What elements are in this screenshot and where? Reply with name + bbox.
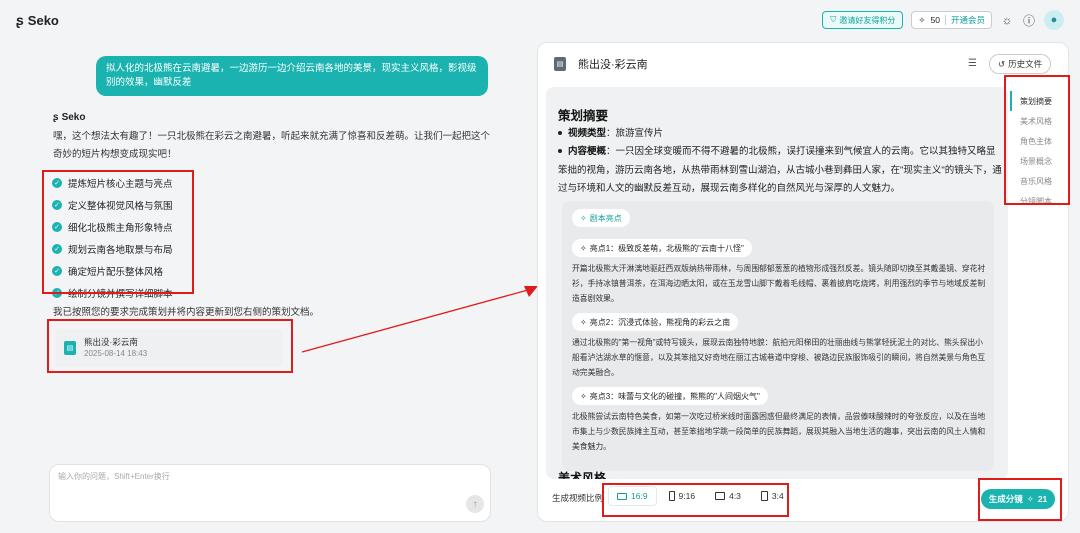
invite-button[interactable]: ⛉ 邀请好友得积分 xyxy=(822,11,904,29)
history-icon: ↺ xyxy=(998,58,1006,69)
ratio-label: 生成视频比例 xyxy=(552,493,604,503)
sparkle-icon: ✧ xyxy=(580,243,587,253)
theme-sun-icon[interactable]: ☼ xyxy=(1000,13,1014,27)
content-label: 内容梗概 xyxy=(568,146,607,157)
divider xyxy=(944,15,946,25)
chat-input-box: ↑ xyxy=(49,464,491,522)
highlight-text: 开篇北极熊大汗淋漓地驱赶西双版纳热带雨林，与周围郁郁葱葱的植物形成强烈反差。镜头… xyxy=(572,264,986,303)
points-value: 50 xyxy=(930,15,940,25)
avatar[interactable]: ● xyxy=(1044,10,1064,30)
app-name: Seko xyxy=(27,12,59,28)
bullet xyxy=(558,131,562,136)
section-title: 策划摘要 xyxy=(558,109,609,123)
document-icon: ▤ xyxy=(554,57,566,71)
chat-input[interactable] xyxy=(58,471,458,511)
ai-intro: 嘿，这个想法太有趣了！一只北极熊在彩云之南避暑，听起来就充满了惊喜和反差萌。让我… xyxy=(53,131,491,160)
content-value: 一只因全球变暖而不得不避暑的北极熊，误打误撞来到气候宜人的云南。它以其独特又略显… xyxy=(558,146,1002,194)
content-row: 内容梗概：一只因全球变暖而不得不避暑的北极熊，误打误撞来到气候宜人的云南。它以其… xyxy=(558,146,1002,194)
annotation-box-generate xyxy=(978,478,1062,521)
gift-icon: ⛉ xyxy=(830,15,837,24)
annotation-box-steps xyxy=(42,170,194,294)
help-icon[interactable]: ⓘ xyxy=(1022,13,1036,28)
highlights-card: ✧ 剧本亮点 ✧ 亮点1：极致反差萌，北极熊的"云南十八怪" 开篇北极熊大汗淋漓地… xyxy=(562,201,994,471)
history-label: 历史文件 xyxy=(1008,59,1043,69)
top-bar: ʂ Seko ⛉ 邀请好友得积分 ✧ 50 开通会员 ☼ ⓘ ● xyxy=(0,0,1080,40)
app-logo[interactable]: ʂ Seko xyxy=(16,12,59,28)
history-button[interactable]: ↺ 历史文件 xyxy=(989,54,1052,74)
sparkle-icon: ✧ xyxy=(580,317,587,327)
video-type-label: 视频类型 xyxy=(568,128,607,139)
highlight-title-label: 亮点3：味蕾与文化的碰撞，熊熊的"人间烟火气" xyxy=(589,391,760,401)
invite-label: 邀请好友得积分 xyxy=(839,15,896,25)
user-message: 拟人化的北极熊在云南避暑，一边游历一边介绍云南各地的美景，现实主义风格，影视级别… xyxy=(96,56,488,96)
next-section-title: 美术风格 xyxy=(558,471,607,479)
highlights-tag-label: 剧本亮点 xyxy=(589,213,622,223)
highlight-title: ✧ 亮点1：极致反差萌，北极熊的"云南十八怪" xyxy=(572,239,752,257)
highlight-text: 北极熊尝试云南特色美食，如第一次吃过桥米线时面露困惑但最终满足的表情，品尝傣味酸… xyxy=(572,412,986,451)
annotation-box-file xyxy=(47,319,293,373)
ai-done-message: 我已按照您的要求完成策划并将内容更新到您右侧的策划文档。 xyxy=(53,307,320,318)
highlight-title-label: 亮点2：沉浸式体验，熊视角的彩云之南 xyxy=(589,317,731,327)
sparkle-icon: ✧ xyxy=(918,14,926,25)
highlight-title-label: 亮点1：极致反差萌，北极熊的"云南十八怪" xyxy=(589,243,744,253)
bullet xyxy=(558,149,562,154)
points-box[interactable]: ✧ 50 开通会员 xyxy=(911,11,992,29)
annotation-box-toc xyxy=(1004,75,1070,205)
logo-s-icon: ʂ xyxy=(16,12,24,28)
member-button[interactable]: 开通会员 xyxy=(951,14,985,26)
panel-title: 熊出没·彩云南 xyxy=(578,59,648,71)
plan-document-panel: ▤ 熊出没·彩云南 ☰ ↺ 历史文件 策划摘要 视频类型：旅游宣传片 内容梗概：… xyxy=(537,42,1069,522)
ai-name: ʂ Seko xyxy=(53,112,85,123)
ai-name-label: Seko xyxy=(61,112,86,123)
annotation-box-ratio xyxy=(602,483,789,517)
video-type-row: 视频类型：旅游宣传片 xyxy=(558,125,663,143)
highlight-title: ✧ 亮点2：沉浸式体验，熊视角的彩云之南 xyxy=(572,313,739,331)
highlight-title: ✧ 亮点3：味蕾与文化的碰撞，熊熊的"人间烟火气" xyxy=(572,387,768,405)
video-type-value: 旅游宣传片 xyxy=(615,128,664,139)
highlight-text: 通过北极熊的"第一视角"或特写镜头，展现云南独特地貌：航拍元阳梯田的壮丽曲线与熊… xyxy=(572,338,986,377)
document-content[interactable]: 策划摘要 视频类型：旅游宣传片 内容梗概：一只因全球变暖而不得不避暑的北极熊，误… xyxy=(546,87,1008,479)
logo-s-icon: ʂ xyxy=(53,112,59,123)
send-button[interactable]: ↑ xyxy=(466,495,484,513)
toc-toggle-icon[interactable]: ☰ xyxy=(968,58,977,69)
annotation-arrow xyxy=(301,286,538,353)
highlights-tag: ✧ 剧本亮点 xyxy=(572,209,630,227)
sparkle-icon: ✧ xyxy=(580,391,587,401)
top-right-actions: ⛉ 邀请好友得积分 ✧ 50 开通会员 ☼ ⓘ ● xyxy=(822,10,1064,30)
sparkle-icon: ✧ xyxy=(580,213,587,223)
